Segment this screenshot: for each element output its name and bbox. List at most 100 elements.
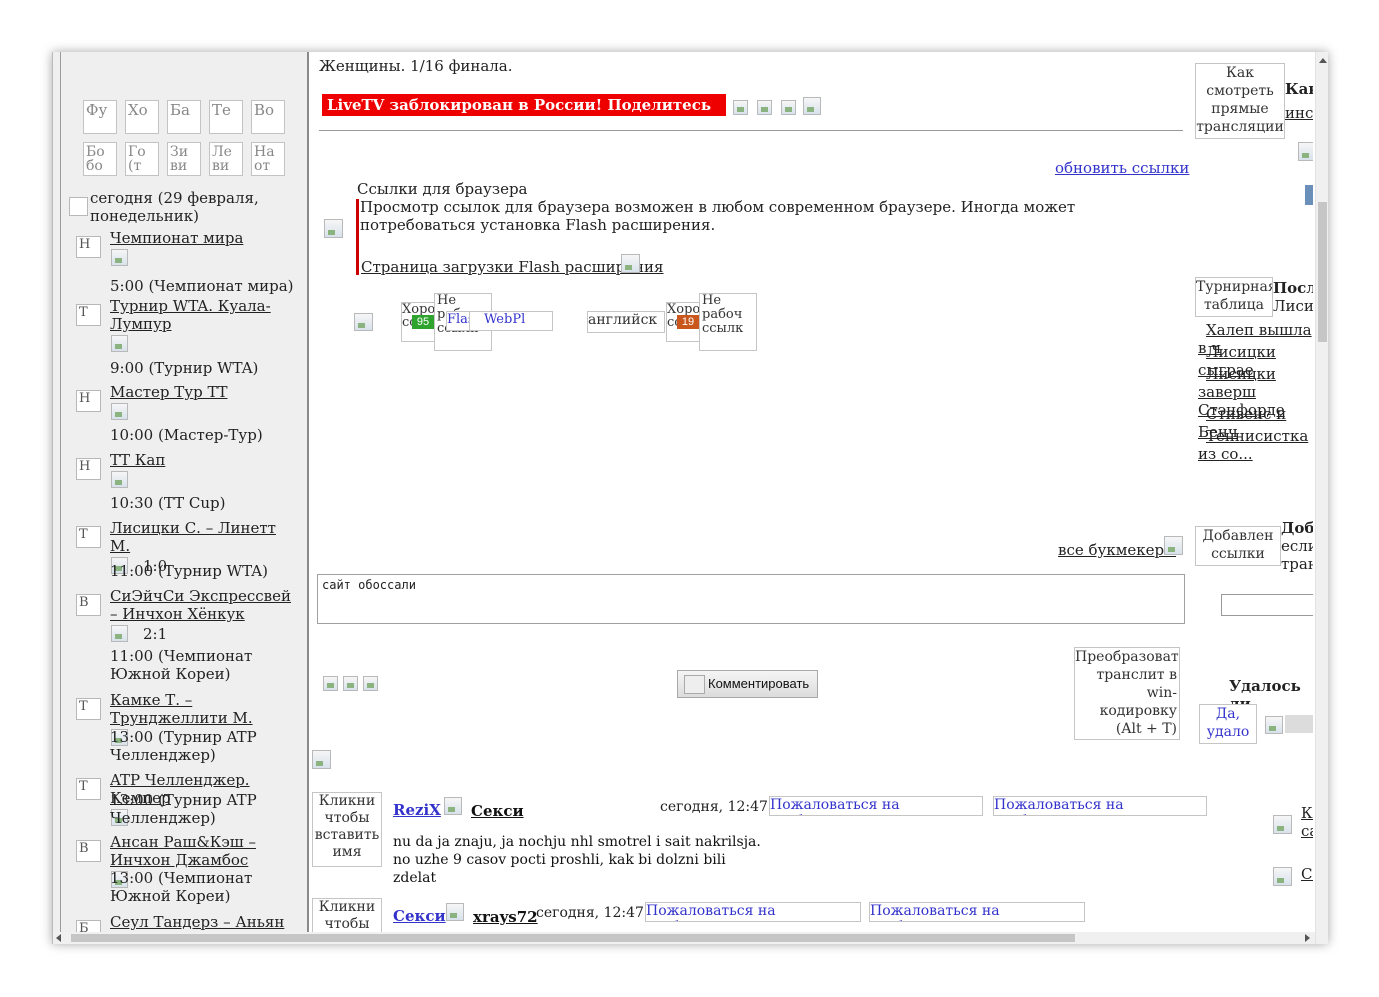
scroll-up-icon[interactable] [1319,58,1327,63]
bitrate-badge: 95 [412,315,434,329]
bottom-link-2[interactable]: Со [1301,865,1313,883]
event-score: 2:1 [143,625,168,643]
live-icon [111,625,128,642]
stream-flag-icon [354,313,373,331]
flash-download-link[interactable]: Страница загрузки Flash расширения [361,258,664,276]
live-icon [111,471,128,488]
refresh-links-link[interactable]: обновить ссылки [1055,159,1189,177]
comment-icon [684,675,705,694]
sport-icon[interactable]: На от [251,142,285,176]
reply-to-name[interactable]: Секси [471,802,524,820]
reply-to-name[interactable]: xrays72 [473,908,538,926]
latest-news-sub: Лисиц [1273,297,1313,315]
vertical-scroll-thumb[interactable] [1318,202,1327,342]
comment-text: nu da ja znaju, ja nochju nhl smotrel i … [393,834,761,886]
live-icon [111,249,128,266]
event-time: 10:30 (TT Cup) [110,494,226,512]
event-link[interactable]: Ансан Раш&Кэш – Инчхон Джамбос [110,833,295,869]
poll-yes-button[interactable]: Да, удало [1199,704,1257,744]
added-links-input[interactable] [1221,594,1313,616]
horizontal-scroll-thumb[interactable] [71,934,1075,942]
format-underline-icon[interactable] [363,676,378,691]
blue-button-edge[interactable] [1305,185,1313,205]
vertical-scrollbar[interactable] [1315,52,1328,944]
event-link[interactable]: СиЭйчСи Экспрессвей – Инчхон Хёнкук [110,587,295,623]
sport-icon[interactable]: Зи ви [167,142,201,176]
comment-author-link[interactable]: Секси [393,907,446,925]
sport-icon[interactable]: Фу [83,100,117,134]
event-time: 9:00 (Турнир WTA) [110,359,259,377]
sport-type-icon: Т [76,304,101,326]
how-to-link[interactable]: инст [1285,104,1313,122]
news-link[interactable]: Теннисистка из со... [1198,427,1313,463]
right-column: Как смотреть прямые трансляции Как инст … [1195,52,1313,944]
report-message-link[interactable]: Пожаловаться на сообщение [769,796,983,816]
sport-icon[interactable]: Во [251,100,285,134]
sport-icon[interactable]: Хо [125,100,159,134]
report-message-link[interactable]: Пожаловаться на сообщение [645,902,861,922]
webplayer-link[interactable]: WebPl [469,311,553,331]
sport-type-icon: Н [76,236,101,258]
share-twitter-icon[interactable] [781,100,796,115]
not-working-link-icon-2: Не рабоч ссылк [699,293,757,351]
sport-type-icon: Т [76,698,101,720]
all-bookmakers-link[interactable]: все букмекеры [1058,541,1176,559]
sport-type-icon: Т [76,778,101,800]
info-bar [356,199,359,275]
event-link[interactable]: Сеул Тандерз – Аньян [110,913,295,931]
main-content: Женщины. 1/16 финала. LiveTV заблокирова… [309,52,1328,944]
translit-button[interactable]: Преобразовать транслит в win-кодировку (… [1074,647,1180,740]
comment-submit-label: Комментировать [708,676,810,691]
added-links-image: Добавлен ссылки [1195,526,1281,566]
scroll-right-icon[interactable] [1305,934,1310,942]
comment-time: сегодня, 12:47 [536,905,644,921]
share-vk-icon[interactable] [733,100,748,115]
format-italic-icon[interactable] [343,676,358,691]
poll-no-icon[interactable] [1265,716,1283,734]
comment-textarea[interactable]: сайт обоссали [317,574,1185,624]
comment-author-link[interactable]: ReziX [393,801,441,819]
browser-links-description: Просмотр ссылок для браузера возможен в … [360,198,1076,234]
flash-icon [621,254,640,273]
sport-icon[interactable]: Го (т [125,142,159,176]
share-ok-icon[interactable] [803,97,821,115]
sport-type-icon: Т [76,526,101,548]
event-link[interactable]: Лисицки С. – Линетт М. [110,519,295,555]
info-icon [1298,142,1313,161]
bitrate-badge-2: 19 [677,315,699,329]
date-label: сегодня (29 февраля, понедельник) [90,189,259,225]
sport-icon[interactable]: Те [209,100,243,134]
how-to-watch-image[interactable]: Как смотреть прямые трансляции [1195,63,1285,139]
report-message-link[interactable]: Пожаловаться на сообщение [993,796,1207,816]
block-warning-banner[interactable]: LiveTV заблокирован в России! Поделитесь… [322,94,726,136]
divider [319,130,1183,131]
sport-icon[interactable]: Бо бо [83,142,117,176]
share-fb-icon[interactable] [757,100,772,115]
bottom-link-1[interactable]: Ко са [1301,804,1313,840]
event-link[interactable]: Турнир WTA. Куала-Лумпур [110,297,295,333]
event-link[interactable]: Мастер Тур ТТ [110,383,295,401]
sport-icon[interactable]: Ба [167,100,201,134]
event-link[interactable]: ТТ Кап [110,451,295,469]
event-link[interactable]: Чемпионат мира [110,229,295,247]
horizontal-scrollbar[interactable] [53,932,1315,944]
latest-news-title: После [1273,279,1313,297]
how-to-title: Как [1285,80,1313,98]
comment-avatar[interactable]: Кликни чтобы вставить имя [312,792,382,867]
event-link[interactable]: Камке Т. – Трунджеллити М. [110,691,295,727]
reply-icon [446,903,464,921]
calendar-icon [69,197,88,216]
sport-icon[interactable]: Ле ви [209,142,243,176]
event-time: 10:00 (Мастер-Тур) [110,426,263,444]
sport-type-icon: В [76,594,101,616]
sport-type-icon: В [76,840,101,862]
event-time: 13:00 (Турнир ATP Челленджер) [110,791,257,827]
bottom-icon-2 [1273,867,1292,886]
standings-image[interactable]: Турнирная таблица [1195,277,1273,317]
bookmakers-icon [1164,536,1183,555]
scroll-left-icon[interactable] [56,934,61,942]
report-message-link[interactable]: Пожаловаться на сообщение [869,902,1085,922]
comment-submit-button[interactable]: Комментировать [677,670,818,698]
browser-icon [324,219,343,238]
format-bold-icon[interactable] [323,676,338,691]
